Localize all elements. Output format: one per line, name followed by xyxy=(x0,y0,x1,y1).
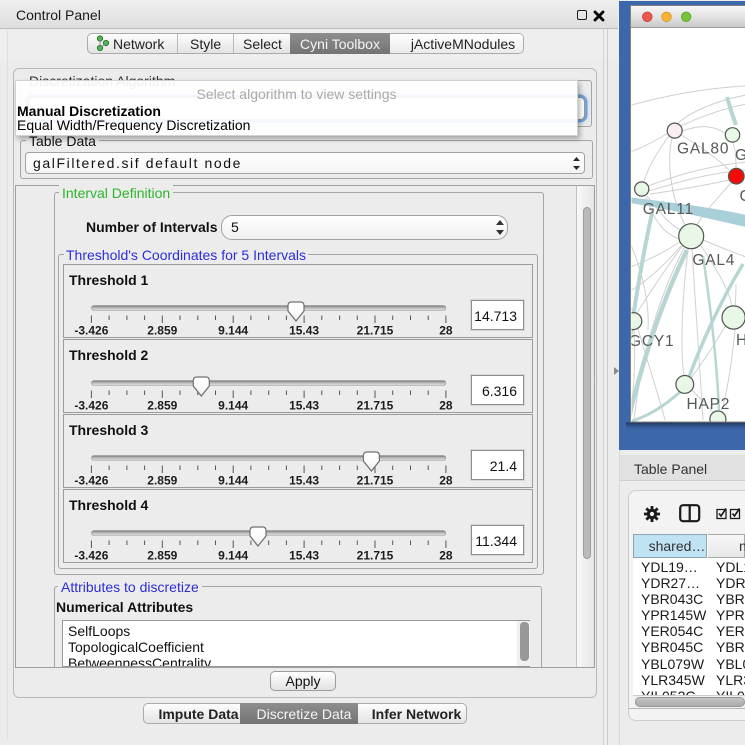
svg-text:21.715: 21.715 xyxy=(357,474,394,488)
svg-text:-3.426: -3.426 xyxy=(74,324,108,338)
svg-text:28: 28 xyxy=(439,549,453,563)
svg-text:2.859: 2.859 xyxy=(147,324,177,338)
svg-text:HA: HA xyxy=(736,332,745,349)
svg-text:28: 28 xyxy=(439,474,453,488)
svg-text:28: 28 xyxy=(439,324,453,338)
svg-text:28: 28 xyxy=(439,399,453,413)
svg-text:HAP2: HAP2 xyxy=(687,396,731,413)
svg-text:-3.426: -3.426 xyxy=(74,549,108,563)
svg-text:15.43: 15.43 xyxy=(289,324,319,338)
svg-text:GAL11: GAL11 xyxy=(643,201,694,218)
svg-text:9.144: 9.144 xyxy=(218,474,248,488)
svg-text:2.859: 2.859 xyxy=(147,474,177,488)
svg-text:-3.426: -3.426 xyxy=(74,474,108,488)
svg-text:GAL4: GAL4 xyxy=(692,252,735,269)
svg-text:GCY1: GCY1 xyxy=(629,333,674,350)
svg-text:21.715: 21.715 xyxy=(357,549,394,563)
svg-text:GAL80: GAL80 xyxy=(677,141,729,158)
svg-text:GC: GC xyxy=(740,188,745,205)
svg-text:2.859: 2.859 xyxy=(147,549,177,563)
svg-text:15.43: 15.43 xyxy=(289,549,319,563)
svg-text:GAL: GAL xyxy=(735,147,745,164)
svg-text:9.144: 9.144 xyxy=(218,399,248,413)
svg-text:21.715: 21.715 xyxy=(357,399,394,413)
svg-text:15.43: 15.43 xyxy=(289,474,319,488)
svg-text:-3.426: -3.426 xyxy=(74,399,108,413)
svg-text:21.715: 21.715 xyxy=(357,324,394,338)
svg-text:9.144: 9.144 xyxy=(218,324,248,338)
svg-text:9.144: 9.144 xyxy=(218,549,248,563)
svg-text:2.859: 2.859 xyxy=(147,399,177,413)
svg-text:15.43: 15.43 xyxy=(289,399,319,413)
